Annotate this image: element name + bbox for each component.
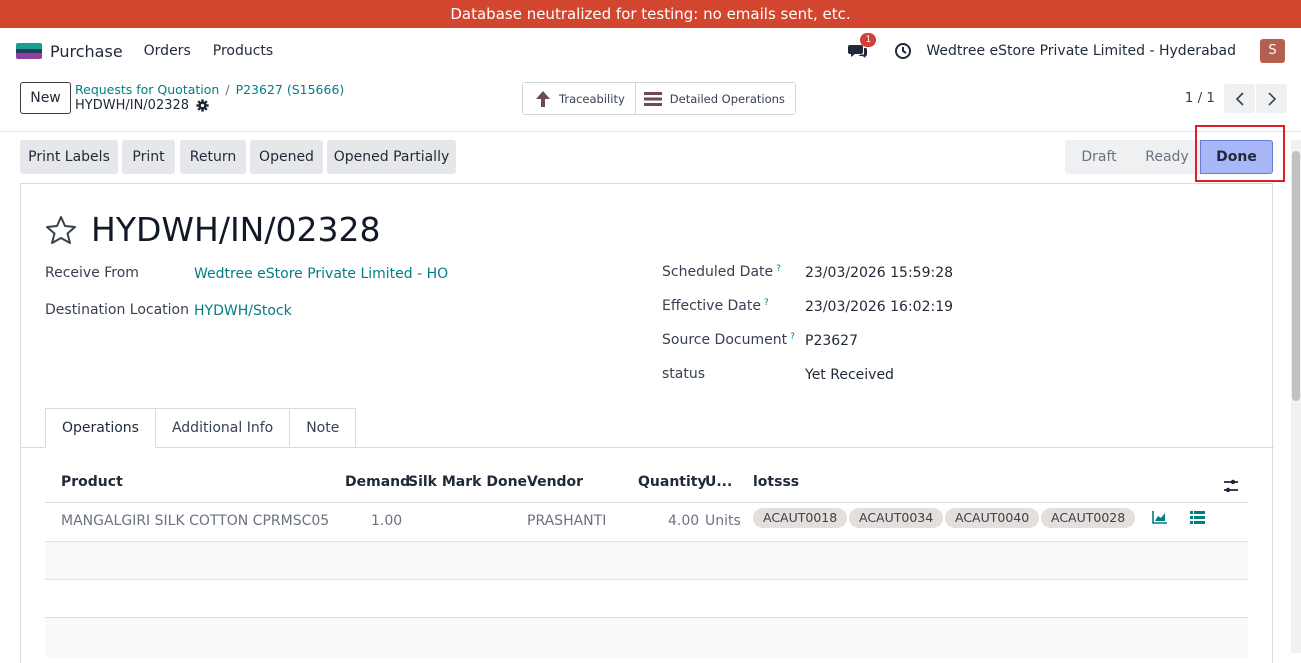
cell-vendor[interactable]: PRASHANTI (527, 513, 606, 529)
traceability-button[interactable]: Traceability (523, 83, 635, 114)
destination-label: Destination Location (45, 302, 189, 318)
lot-tag[interactable]: ACAUT0018 (753, 508, 848, 528)
record-title: HYDWH/IN/02328 (91, 210, 381, 249)
user-avatar[interactable]: S (1260, 39, 1285, 63)
list-bars-icon (643, 91, 662, 106)
effective-date-value[interactable]: 23/03/2026 16:02:19 (805, 299, 953, 315)
star-icon[interactable] (45, 215, 77, 245)
breadcrumb-po[interactable]: P23627 (S15666) (236, 82, 345, 97)
print-labels-button[interactable]: Print Labels (20, 140, 118, 174)
scheduled-date-label: Scheduled Date? (662, 264, 781, 280)
menu-orders[interactable]: Orders (144, 43, 191, 59)
control-panel: New Requests for Quotation / P23627 (S1566… (0, 74, 1301, 132)
area-chart-icon[interactable] (1152, 510, 1168, 524)
notebook-tabs: Operations Additional Info Note (45, 408, 357, 448)
destination-value[interactable]: HYDWH/Stock (194, 303, 292, 319)
breadcrumb-rfq[interactable]: Requests for Quotation (75, 82, 219, 97)
messages-icon[interactable]: 1 (848, 33, 877, 60)
empty-row (45, 542, 1248, 580)
pager-next-button[interactable] (1256, 84, 1287, 113)
smart-buttons: Traceability Detailed Operations (522, 82, 796, 115)
status-value: Yet Received (805, 367, 894, 383)
tab-operations[interactable]: Operations (45, 408, 156, 448)
arrow-up-icon (536, 90, 550, 107)
tab-additional-info[interactable]: Additional Info (155, 408, 291, 448)
header-divider (45, 502, 1248, 503)
opened-partially-button[interactable]: Opened Partially (327, 140, 456, 174)
source-document-value[interactable]: P23627 (805, 333, 858, 349)
form-sheet: HYDWH/IN/02328 Receive From Wedtree eSto… (20, 183, 1274, 663)
new-button[interactable]: New (20, 82, 71, 114)
breadcrumb: Requests for Quotation / P23627 (S15666) (75, 82, 345, 97)
effective-date-label: Effective Date? (662, 298, 769, 314)
detailed-operations-button[interactable]: Detailed Operations (634, 83, 795, 114)
receive-from-value[interactable]: Wedtree eStore Private Limited - HO (194, 266, 448, 282)
lot-tag[interactable]: ACAUT0028 (1041, 508, 1136, 528)
app-name[interactable]: Purchase (50, 42, 123, 61)
main-navbar: Purchase Orders Products 1 Wedtree eStor… (0, 28, 1301, 74)
stage-ready[interactable]: Ready (1133, 140, 1201, 174)
lot-tag[interactable]: ACAUT0034 (849, 508, 944, 528)
message-count-badge: 1 (860, 33, 877, 47)
stage-draft[interactable]: Draft (1065, 140, 1133, 174)
tab-note[interactable]: Note (290, 408, 357, 448)
optional-columns-icon[interactable] (1223, 478, 1239, 494)
pager-previous-button[interactable] (1224, 84, 1255, 113)
pager-value[interactable]: 1 / 1 (1185, 90, 1215, 106)
test-database-banner: Database neutralized for testing: no ema… (0, 0, 1301, 28)
column-quantity[interactable]: Quantity (638, 474, 707, 490)
activity-clock-icon[interactable] (894, 42, 912, 60)
cell-uom[interactable]: Units (705, 513, 741, 529)
source-document-label: Source Document? (662, 332, 795, 348)
title-row: HYDWH/IN/02328 (45, 210, 380, 249)
empty-row (45, 580, 1248, 618)
cell-product[interactable]: MANGALGIRI SILK COTTON CPRMSC05 (61, 513, 329, 529)
purchase-app-icon[interactable] (16, 43, 42, 59)
chevron-right-icon (1267, 91, 1276, 106)
column-vendor[interactable]: Vendor (527, 474, 583, 490)
gear-icon[interactable] (196, 99, 209, 112)
column-product[interactable]: Product (61, 474, 123, 490)
record-name: HYDWH/IN/02328 (75, 98, 209, 113)
print-button[interactable]: Print (122, 140, 175, 174)
column-uom[interactable]: U... (705, 474, 732, 490)
return-button[interactable]: Return (180, 140, 246, 174)
help-icon[interactable]: ? (790, 332, 795, 342)
scrollbar-thumb[interactable] (1292, 151, 1300, 401)
scheduled-date-value[interactable]: 23/03/2026 15:59:28 (805, 265, 953, 281)
opened-button[interactable]: Opened (250, 140, 323, 174)
chevron-left-icon (1235, 91, 1244, 106)
column-silk-mark[interactable]: Silk Mark Done (408, 474, 527, 490)
cell-demand[interactable]: 1.00 (371, 513, 402, 529)
highlight-box (1195, 125, 1285, 182)
column-lots[interactable]: lotsss (753, 474, 799, 490)
column-demand[interactable]: Demand (345, 474, 410, 490)
help-icon[interactable]: ? (764, 298, 769, 308)
status-label: status (662, 366, 706, 382)
empty-row (45, 618, 1248, 658)
status-bar: Print Labels Print Return Opened Opened … (0, 125, 1301, 182)
company-switcher[interactable]: Wedtree eStore Private Limited - Hyderab… (926, 43, 1236, 59)
cell-quantity[interactable]: 4.00 (668, 513, 699, 529)
help-icon[interactable]: ? (776, 264, 781, 274)
receive-from-label: Receive From (45, 265, 139, 281)
current-record: HYDWH/IN/02328 (75, 98, 190, 113)
lot-tag[interactable]: ACAUT0040 (945, 508, 1040, 528)
detail-list-icon[interactable] (1190, 511, 1205, 524)
menu-products[interactable]: Products (213, 43, 273, 59)
